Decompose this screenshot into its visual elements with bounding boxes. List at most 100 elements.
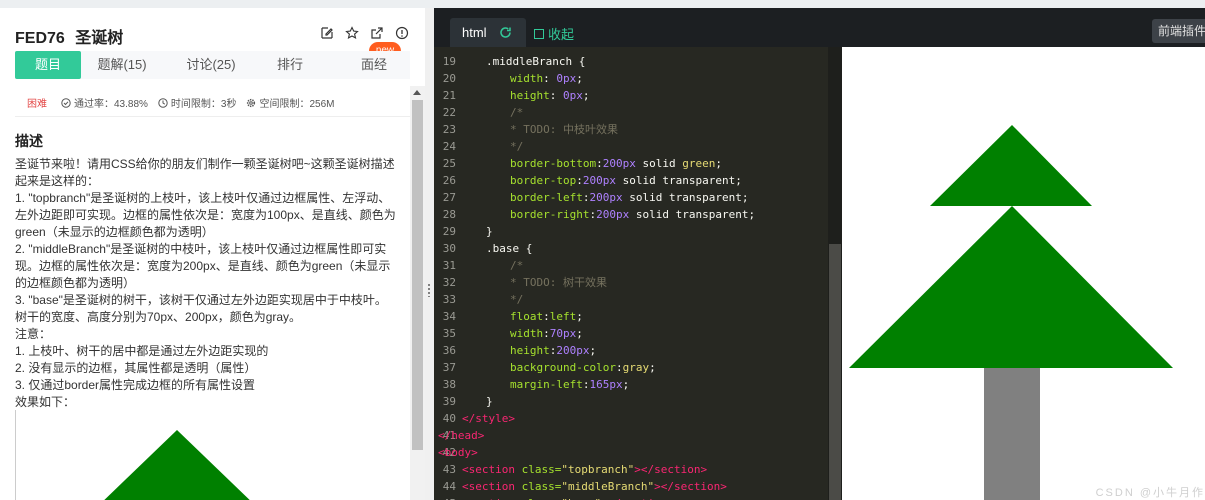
code-line[interactable]: 41 </head> [434, 427, 829, 444]
tree-middle-branch [849, 206, 1173, 368]
line-number: 28 [442, 208, 456, 221]
code-line[interactable]: 36 height:200px; [434, 342, 829, 359]
time-limit: 时间限制：3秒 [158, 95, 236, 110]
code-line[interactable]: 31 /* [434, 257, 829, 274]
scroll-thumb[interactable] [412, 100, 423, 450]
code-line[interactable]: 21 height: 0px; [434, 87, 829, 104]
share-icon[interactable] [370, 26, 384, 40]
tab-interview[interactable]: 面经 [329, 51, 419, 79]
tab-html[interactable]: html [450, 18, 526, 47]
line-number: 39 [442, 395, 456, 408]
problem-tabs: 题目 题解(15) 讨论(25) 排行 面经 [15, 51, 410, 79]
code-line[interactable]: 19 .middleBranch { [434, 53, 829, 70]
line-number: 34 [442, 310, 456, 323]
code-text: } [486, 225, 493, 238]
code-text: .base { [486, 242, 533, 255]
refresh-icon [500, 27, 511, 38]
code-text: border-bottom:200px solid green; [510, 157, 722, 170]
line-number: 24 [442, 140, 456, 153]
tree-top-branch [930, 125, 1092, 206]
line-number: 26 [442, 174, 456, 187]
code-line[interactable]: 43 <section class="topbranch"></section> [434, 461, 829, 478]
code-line[interactable]: 25 border-bottom:200px solid green; [434, 155, 829, 172]
tab-ranking[interactable]: 排行 [259, 51, 321, 79]
code-text: <section class="base"></section> [462, 495, 674, 500]
code-line[interactable]: 20 width: 0px; [434, 70, 829, 87]
code-line[interactable]: 29} [434, 223, 829, 240]
line-number: 30 [442, 242, 456, 255]
drag-handle-icon[interactable] [428, 283, 430, 297]
code-line[interactable]: 40 </style> [434, 410, 829, 427]
scroll-up-arrow[interactable] [413, 90, 421, 95]
edit-icon[interactable] [320, 26, 334, 40]
line-number: 21 [442, 89, 456, 102]
tab-discussion[interactable]: 讨论(25) [171, 51, 251, 79]
watermark: CSDN @小牛月作 [1095, 487, 1205, 499]
line-number: 25 [442, 157, 456, 170]
code-text: </style> [462, 412, 515, 425]
code-text: background-color:gray; [510, 361, 656, 374]
code-line[interactable]: 23 * TODO: 中枝叶效果 [434, 121, 829, 138]
description-paragraph: 3. 仅通过border属性完成边框的所有属性设置 [15, 378, 256, 392]
code-line[interactable]: 35 width:70px; [434, 325, 829, 342]
problem-id: FED76 [15, 30, 65, 47]
code-text: .middleBranch { [486, 55, 586, 68]
code-text: */ [510, 140, 524, 153]
code-editor[interactable]: 19 .middleBranch { 20 width: 0px; 21 height: … [434, 47, 829, 500]
code-line[interactable]: 33 */ [434, 291, 829, 308]
code-line[interactable]: 44 <section class="middleBranch"></sectio… [434, 478, 829, 495]
problem-meta: 困难 通过率：43.88% 时间限制：3秒 空间限制：256M [27, 95, 345, 110]
code-line[interactable]: 30 .base { [434, 240, 829, 257]
description-paragraph: 圣诞节来啦！请用CSS给你的朋友们制作一颗圣诞树吧~这颗圣诞树描述起来是这样的： [15, 157, 395, 188]
tab-problem[interactable]: 题目 [15, 51, 81, 79]
code-line[interactable]: 45 <section class="base"></section> [434, 495, 829, 500]
code-line[interactable]: 28 border-right:200px solid transparent; [434, 206, 829, 223]
line-number: 32 [442, 276, 456, 289]
code-line[interactable]: 22 /* [434, 104, 829, 121]
title-actions [320, 26, 409, 40]
code-text: } [486, 395, 493, 408]
divider [15, 116, 410, 117]
line-number: 19 [442, 55, 456, 68]
code-text: <body> [438, 446, 478, 459]
line-number: 33 [442, 293, 456, 306]
example-image [15, 410, 410, 500]
scroll-thumb[interactable] [829, 244, 841, 500]
left-scrollbar[interactable] [410, 86, 425, 500]
description-paragraph: 3. "base"是圣诞树的树干，该树干仅通过左外边距实现居中于中枝叶。树干的宽… [15, 293, 387, 324]
panel-resizer[interactable] [425, 8, 434, 500]
code-text: border-right:200px solid transparent; [510, 208, 756, 221]
code-line[interactable]: 38 margin-left:165px; [434, 376, 829, 393]
code-line[interactable]: 24 */ [434, 138, 829, 155]
code-line[interactable]: 37 background-color:gray; [434, 359, 829, 376]
code-text: </head> [438, 429, 485, 442]
pass-rate: 通过率：43.88% [61, 95, 148, 110]
line-number: 31 [442, 259, 456, 272]
description-heading: 描述 [15, 133, 43, 149]
difficulty-label: 困难 [27, 99, 47, 110]
description-paragraph: 效果如下： [15, 395, 76, 409]
code-line[interactable]: 42 <body> [434, 444, 829, 461]
code-line[interactable]: 34 float:left; [434, 308, 829, 325]
line-number: 20 [442, 72, 456, 85]
code-line[interactable]: 26 border-top:200px solid transparent; [434, 172, 829, 189]
line-number: 37 [442, 361, 456, 374]
code-line[interactable]: 27 border-left:200px solid transparent; [434, 189, 829, 206]
code-text: * TODO: 树干效果 [510, 276, 607, 289]
code-line[interactable]: 32 * TODO: 树干效果 [434, 274, 829, 291]
tree-trunk [984, 368, 1040, 500]
line-number: 29 [442, 225, 456, 238]
preview-pane: CSDN @小牛月作 [842, 47, 1205, 500]
code-line[interactable]: 39} [434, 393, 829, 410]
line-number: 45 [434, 495, 456, 500]
frontend-plugin-button[interactable]: 前端插件 [1152, 19, 1205, 43]
report-icon[interactable] [395, 26, 409, 40]
star-icon[interactable] [345, 26, 359, 40]
code-text: * TODO: 中枝叶效果 [510, 123, 618, 136]
collapse-button[interactable]: 收起 [534, 24, 574, 43]
line-number: 22 [442, 106, 456, 119]
line-number: 40 [442, 412, 456, 425]
tab-solutions[interactable]: 题解(15) [81, 51, 163, 79]
code-scrollbar[interactable] [828, 47, 842, 500]
editor-toolbar: html 收起 前端插件 [434, 8, 1205, 47]
